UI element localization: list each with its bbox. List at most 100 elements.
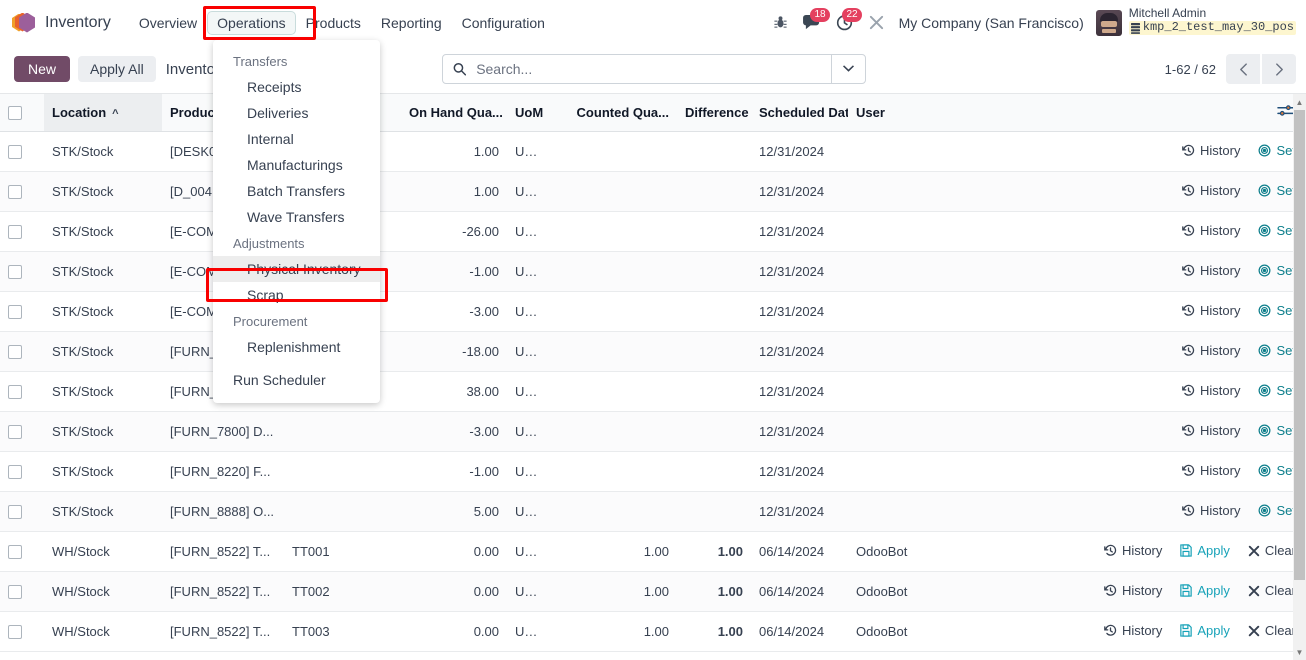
select-all-checkbox[interactable] — [8, 106, 22, 121]
search-input[interactable] — [474, 60, 821, 78]
odoo-inventory-logo-icon[interactable] — [12, 10, 36, 36]
menu-products[interactable]: Products — [296, 11, 371, 35]
row-checkbox[interactable] — [8, 424, 22, 439]
vertical-scrollbar[interactable]: ▲ ▼ — [1293, 94, 1306, 660]
apply-button[interactable]: Apply — [1180, 623, 1230, 638]
column-header-scheduled-date[interactable]: Scheduled Date — [751, 94, 857, 132]
scroll-up-arrow-icon[interactable]: ▲ — [1293, 94, 1306, 110]
dropdown-item-internal[interactable]: Internal — [213, 126, 380, 152]
set-button[interactable]: Set — [1258, 463, 1296, 478]
dropdown-item-manufacturings[interactable]: Manufacturings — [213, 152, 380, 178]
cell-counted-quantity — [547, 371, 677, 412]
column-header-on-hand-quantity[interactable]: On Hand Qua... — [401, 94, 507, 132]
apply-button[interactable]: Apply — [1180, 583, 1230, 598]
history-button[interactable]: History — [1182, 343, 1240, 358]
table-row[interactable]: STK/Stock [E-COM... -26.00 Un... 12/31/2024 H… — [0, 211, 1306, 252]
scrollbar-thumb[interactable] — [1294, 110, 1305, 580]
row-checkbox[interactable] — [8, 344, 22, 359]
history-button[interactable]: History — [1182, 263, 1240, 278]
row-checkbox[interactable] — [8, 584, 22, 599]
table-row[interactable]: STK/Stock [D_004... 1.00 Un... 12/31/2024 His… — [0, 171, 1306, 212]
clear-button[interactable]: Clear — [1248, 623, 1296, 638]
table-row[interactable]: STK/Stock [DESK0... 1.00 Un... 12/31/2024 His… — [0, 131, 1306, 172]
activities-clock-icon[interactable]: 22 — [829, 7, 862, 39]
dropdown-item-receipts[interactable]: Receipts — [213, 74, 380, 100]
table-row[interactable]: STK/Stock [FURN_7800] D... -3.00 Un... 12/31… — [0, 411, 1306, 452]
history-button[interactable]: History — [1182, 143, 1240, 158]
pager-next-button[interactable] — [1262, 54, 1296, 84]
history-button[interactable]: History — [1182, 503, 1240, 518]
menu-overview[interactable]: Overview — [129, 11, 207, 35]
table-row[interactable]: WH/Stock [FURN_8522] T... TT001 0.00 Un... 1.… — [0, 531, 1306, 572]
table-row[interactable]: STK/Stock [FURN_8220] F... -1.00 Un... 12/31… — [0, 451, 1306, 492]
row-checkbox[interactable] — [8, 504, 22, 519]
set-button[interactable]: Set — [1258, 343, 1296, 358]
column-header-difference[interactable]: Difference — [677, 94, 751, 132]
set-button[interactable]: Set — [1258, 423, 1296, 438]
table-row[interactable]: STK/Stock [FURN_... 38.00 Un... 12/31/2024 Hi… — [0, 371, 1306, 412]
search-dropdown-toggle[interactable] — [831, 55, 865, 83]
row-checkbox[interactable] — [8, 464, 22, 479]
dropdown-item-deliveries[interactable]: Deliveries — [213, 100, 380, 126]
menu-operations[interactable]: Operations — [207, 10, 296, 35]
search-field[interactable] — [443, 55, 831, 83]
set-button[interactable]: Set — [1258, 143, 1296, 158]
set-button[interactable]: Set — [1258, 223, 1296, 238]
column-header-uom[interactable]: UoM — [507, 94, 547, 132]
messages-icon[interactable]: 18 — [797, 7, 830, 39]
apply-all-button[interactable]: Apply All — [78, 56, 156, 82]
dropdown-item-wave-transfers[interactable]: Wave Transfers — [213, 204, 380, 230]
cell-on-hand-quantity: 0.00 — [401, 571, 507, 612]
history-button[interactable]: History — [1182, 183, 1240, 198]
tools-wrench-icon[interactable] — [861, 7, 893, 39]
clear-button[interactable]: Clear — [1248, 583, 1296, 598]
table-row[interactable]: WH/Stock [FURN_8522] T... TT003 0.00 Un... 1.… — [0, 611, 1306, 652]
menu-reporting[interactable]: Reporting — [371, 11, 452, 35]
row-checkbox[interactable] — [8, 304, 22, 319]
apply-button[interactable]: Apply — [1180, 543, 1230, 558]
set-button[interactable]: Set — [1258, 303, 1296, 318]
scroll-down-arrow-icon[interactable]: ▼ — [1293, 644, 1306, 660]
dropdown-item-run-scheduler[interactable]: Run Scheduler — [213, 367, 380, 393]
history-button[interactable]: History — [1104, 623, 1162, 638]
row-checkbox[interactable] — [8, 624, 22, 639]
table-row[interactable]: WH/Stock [FURN_8522] T... TT002 0.00 Un... 1.… — [0, 571, 1306, 612]
dropdown-item-batch-transfers[interactable]: Batch Transfers — [213, 178, 380, 204]
table-row[interactable]: STK/Stock [E-COM... -1.00 Un... 12/31/2024 Hi… — [0, 251, 1306, 292]
history-button[interactable]: History — [1182, 463, 1240, 478]
history-button[interactable]: History — [1182, 223, 1240, 238]
table-row[interactable]: STK/Stock [FURN_... -18.00 Un... 12/31/2024 H… — [0, 331, 1306, 372]
set-button[interactable]: Set — [1258, 383, 1296, 398]
table-row[interactable]: STK/Stock [FURN_8888] O... 5.00 Un... 12/31/… — [0, 491, 1306, 532]
row-checkbox[interactable] — [8, 224, 22, 239]
column-header-user[interactable]: User — [848, 94, 948, 132]
menu-configuration[interactable]: Configuration — [452, 11, 555, 35]
bug-icon[interactable] — [765, 7, 797, 39]
set-button[interactable]: Set — [1258, 183, 1296, 198]
row-checkbox[interactable] — [8, 264, 22, 279]
history-button[interactable]: History — [1182, 303, 1240, 318]
row-checkbox[interactable] — [8, 544, 22, 559]
clear-button[interactable]: Clear — [1248, 543, 1296, 558]
dropdown-item-scrap[interactable]: Scrap — [213, 282, 380, 308]
column-header-location[interactable]: Location ^ — [44, 94, 162, 132]
history-button[interactable]: History — [1104, 543, 1162, 558]
row-checkbox[interactable] — [8, 184, 22, 199]
row-checkbox[interactable] — [8, 144, 22, 159]
dropdown-item-physical-inventory[interactable]: Physical Inventory — [213, 256, 380, 282]
pager-previous-button[interactable] — [1226, 54, 1260, 84]
new-button[interactable]: New — [14, 56, 71, 82]
company-selector[interactable]: My Company (San Francisco) — [899, 15, 1084, 31]
column-settings-icon[interactable] — [1277, 103, 1294, 121]
dropdown-item-replenishment[interactable]: Replenishment — [213, 334, 380, 360]
cell-user — [848, 371, 948, 412]
history-button[interactable]: History — [1104, 583, 1162, 598]
user-menu[interactable]: Mitchell Admin kmp_2_test_may_30_pos — [1095, 7, 1296, 37]
table-row[interactable]: STK/Stock [E-COM... -3.00 Un... 12/31/2024 Hi… — [0, 291, 1306, 332]
history-button[interactable]: History — [1182, 423, 1240, 438]
set-button[interactable]: Set — [1258, 503, 1296, 518]
history-button[interactable]: History — [1182, 383, 1240, 398]
column-header-counted-quantity[interactable]: Counted Qua... — [547, 94, 677, 132]
row-checkbox[interactable] — [8, 384, 22, 399]
set-button[interactable]: Set — [1258, 263, 1296, 278]
